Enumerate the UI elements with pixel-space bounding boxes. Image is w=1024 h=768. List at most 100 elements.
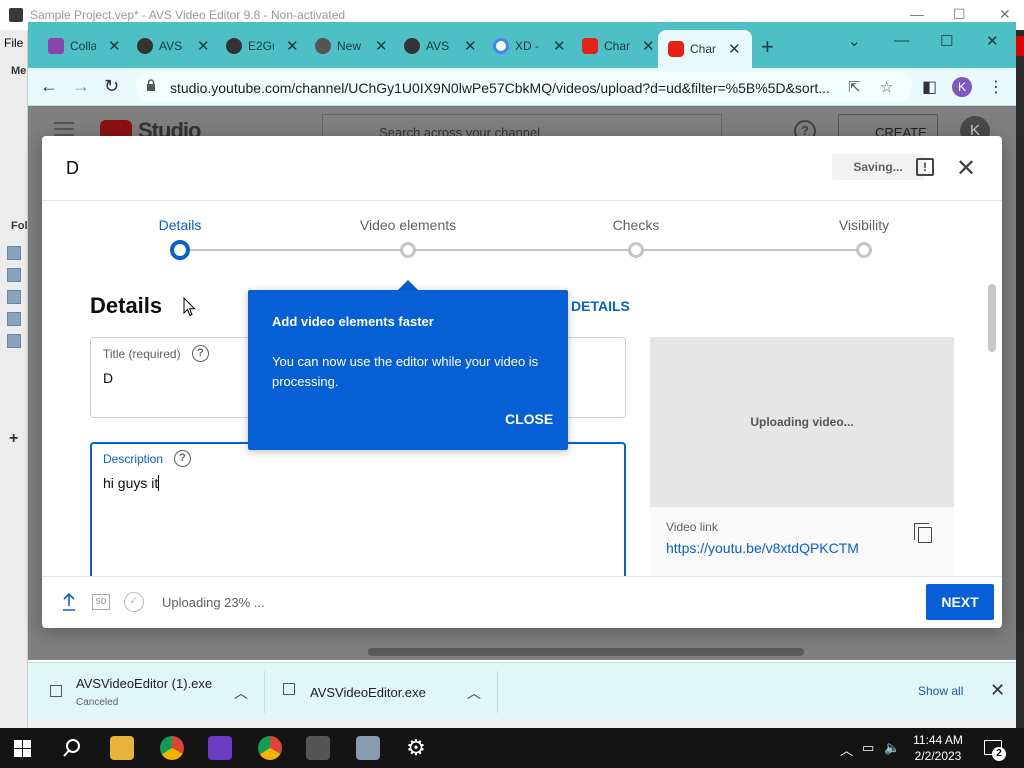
volume-icon[interactable]: 🔈 [884,740,900,756]
address-bar[interactable]: studio.youtube.com/channel/UChGy1U0IX9N0… [136,72,912,102]
folder-checkbox[interactable] [7,246,21,260]
step-details-label[interactable]: Details [110,217,250,233]
feedback-icon[interactable]: ! [916,158,934,176]
paint-app-icon[interactable] [356,736,380,760]
folder-checkbox[interactable] [7,290,21,304]
tab-label: AVS [159,39,183,53]
visual-studio-icon[interactable] [208,736,232,760]
browser-tab[interactable]: AVS ✕ [394,32,477,60]
chevron-up-icon[interactable]: ︿ [234,683,248,703]
tab-close-icon[interactable]: ✕ [728,40,741,58]
description-field[interactable]: Description ? hi guys it [90,442,626,592]
search-icon[interactable] [62,738,82,758]
avs-menu-file[interactable]: File [4,36,23,50]
url-text[interactable]: studio.youtube.com/channel/UChGy1U0IX9N0… [170,80,840,96]
step-details-dot[interactable] [170,240,190,260]
video-link-label: Video link [666,520,718,534]
description-help-icon[interactable]: ? [174,450,191,467]
browser-tab[interactable]: E2Gu ✕ [216,32,299,60]
title-help-icon[interactable]: ? [192,345,209,362]
show-all-downloads-link[interactable]: Show all [918,684,963,698]
browser-tab[interactable]: AVS ✕ [127,32,210,60]
file-explorer-icon[interactable] [110,736,134,760]
title-input[interactable]: D [103,370,113,386]
download-item[interactable]: AVSVideoEditor.exe ︿ [265,663,497,721]
step-visibility-dot[interactable] [856,242,872,258]
dialog-footer: SD ✓ Uploading 23% ... NEXT [42,576,1002,628]
tab-close-icon[interactable]: ✕ [642,37,655,55]
title-field-label: Title (required) [103,347,181,361]
reuse-details-link[interactable]: DETAILS [571,298,630,314]
browser-tab[interactable]: Colla ✕ [38,32,121,60]
tray-expand-icon[interactable]: ︿ [840,740,853,759]
taskbar-clock[interactable]: 11:44 AM 2/2/2023 [908,732,968,764]
tab-close-icon[interactable]: ✕ [553,37,566,55]
windows-start-icon[interactable] [14,740,31,757]
close-icon[interactable]: ✕ [986,32,999,50]
minimize-icon[interactable]: — [910,6,924,22]
download-divider [497,671,498,713]
chevron-up-icon[interactable]: ︿ [467,683,481,703]
video-link[interactable]: https://youtu.be/v8xtdQPKCTM [666,540,859,556]
step-video-elements-dot[interactable] [400,242,416,258]
bookmark-star-icon[interactable]: ☆ [880,78,893,96]
avs-folders-label: Fol [11,220,28,232]
tab-close-icon[interactable]: ✕ [375,37,388,55]
network-icon[interactable]: ▭ [862,740,874,756]
installer-icon [283,683,295,695]
browser-tab[interactable]: New ✕ [305,32,388,60]
browser-tab[interactable]: XD - ✕ [483,32,566,60]
download-item[interactable]: AVSVideoEditor (1).exe Canceled ︿ [28,663,264,721]
tab-favicon-icon [315,38,331,54]
youtube-favicon-icon [582,38,598,54]
reload-icon[interactable]: ↻ [104,76,119,97]
next-button[interactable]: NEXT [926,584,994,620]
horizontal-scrollbar[interactable] [368,648,804,656]
browser-tab-active[interactable]: Char ✕ [658,30,752,68]
tab-close-icon[interactable]: ✕ [197,37,210,55]
add-folder-button[interactable]: + [9,430,18,448]
tab-favicon-icon [226,38,242,54]
tab-label: E2Gu [248,39,274,53]
maximize-icon[interactable]: ☐ [940,32,953,50]
profile-avatar[interactable]: K [952,77,972,97]
back-icon[interactable]: ← [40,76,58,97]
share-icon[interactable]: ⇱ [848,78,861,96]
copy-icon[interactable] [914,523,932,543]
tab-label: Char [690,42,716,56]
step-checks-dot[interactable] [628,242,644,258]
tooltip-close-button[interactable]: CLOSE [505,411,553,427]
folder-checkbox[interactable] [7,312,21,326]
avs-video-editor-icon[interactable] [306,736,330,760]
upload-progress-text: Uploading 23% ... [162,595,265,610]
description-input[interactable]: hi guys it [103,475,160,491]
hamburger-menu-icon[interactable] [54,122,74,136]
tab-search-icon[interactable]: ⌄ [848,32,861,50]
tab-close-icon[interactable]: ✕ [286,37,299,55]
description-field-label: Description [103,452,164,466]
step-video-elements-label[interactable]: Video elements [338,217,478,233]
chrome-icon[interactable] [160,736,184,760]
download-bar: AVSVideoEditor (1).exe Canceled ︿ AVSVid… [28,662,1016,720]
tab-favicon-icon [404,38,420,54]
folder-checkbox[interactable] [7,268,21,282]
dialog-scrollbar[interactable] [988,284,996,352]
new-tab-button[interactable]: + [761,34,774,60]
step-checks-label[interactable]: Checks [566,217,706,233]
tab-close-icon[interactable]: ✕ [464,37,477,55]
step-visibility-label[interactable]: Visibility [794,217,934,233]
close-icon[interactable]: ✕ [999,6,1011,23]
chrome-profile-icon[interactable] [258,736,282,760]
menu-kebab-icon[interactable]: ⋮ [988,77,1004,97]
browser-tab[interactable]: Char ✕ [572,32,655,60]
download-status: Canceled [76,697,119,708]
download-bar-close-icon[interactable]: ✕ [990,680,1005,701]
dialog-close-icon[interactable]: ✕ [956,154,976,183]
maximize-icon[interactable]: ☐ [953,6,966,23]
settings-gear-icon[interactable]: ⚙ [404,736,428,760]
folder-checkbox[interactable] [7,334,21,348]
sidebar-icon[interactable]: ◧ [922,77,937,97]
forward-icon[interactable]: → [72,76,90,97]
minimize-icon[interactable]: — [894,32,909,49]
tab-close-icon[interactable]: ✕ [108,37,121,55]
